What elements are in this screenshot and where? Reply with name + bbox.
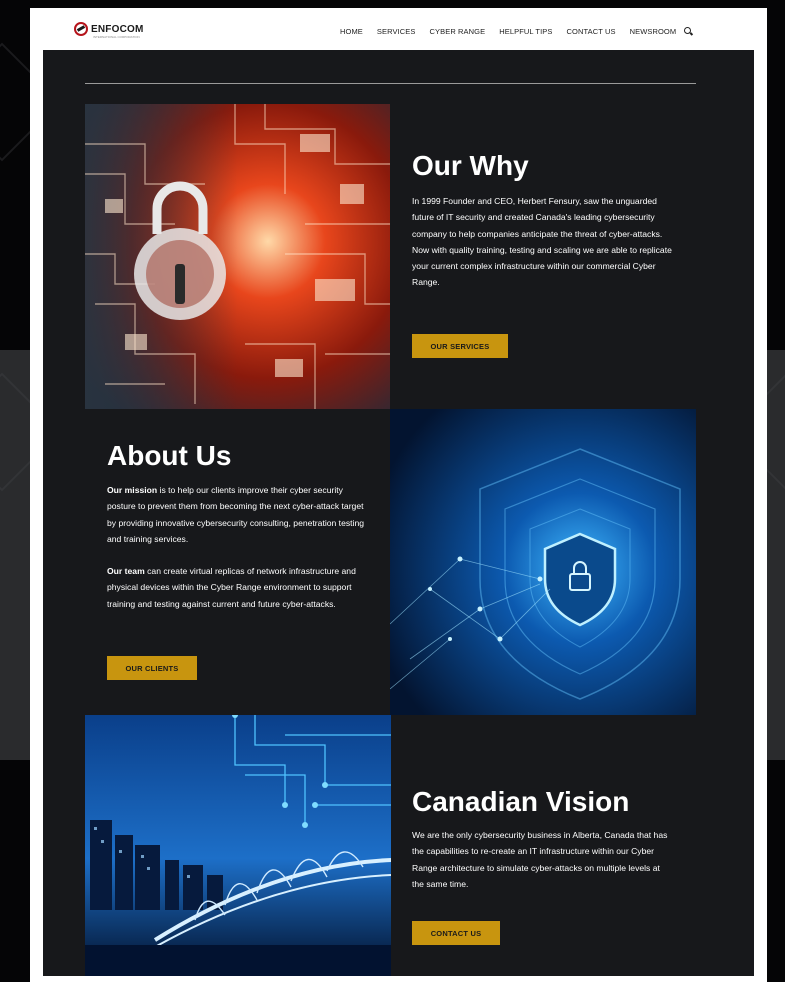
nav-item-contact-us[interactable]: CONTACT US [567, 27, 616, 36]
main-nav: HOME SERVICES CYBER RANGE HELPFUL TIPS C… [340, 27, 693, 36]
logo-mark-icon [74, 22, 88, 36]
nav-item-helpful-tips[interactable]: HELPFUL TIPS [499, 27, 552, 36]
nav-item-services[interactable]: SERVICES [377, 27, 416, 36]
about-team-text: Our team can create virtual replicas of … [107, 563, 369, 612]
logo[interactable]: ENFOCOM [74, 22, 144, 36]
logo-subtitle: INTERNATIONAL CORPORATION [93, 35, 140, 39]
mission-label: Our mission [107, 485, 158, 495]
digital-shield-image [390, 409, 696, 715]
team-body: can create virtual replicas of network i… [107, 566, 356, 609]
our-why-heading: Our Why [412, 150, 529, 181]
section-divider [85, 83, 696, 84]
about-us-heading: About Us [107, 440, 232, 471]
contact-us-button[interactable]: CONTACT US [412, 921, 500, 945]
city-bridge-image [85, 715, 391, 976]
nav-item-cyber-range[interactable]: CYBER RANGE [430, 27, 486, 36]
search-icon[interactable] [684, 27, 693, 36]
nav-item-home[interactable]: HOME [340, 27, 363, 36]
our-why-text: In 1999 Founder and CEO, Herbert Fensury… [412, 196, 672, 288]
our-services-button[interactable]: OUR SERVICES [412, 334, 508, 358]
canadian-vision-heading: Canadian Vision [412, 786, 630, 817]
team-label: Our team [107, 566, 145, 576]
logo-text: ENFOCOM [91, 23, 144, 35]
padlock-circuit-image [85, 104, 390, 409]
about-mission-text: Our mission is to help our clients impro… [107, 482, 369, 547]
our-clients-button[interactable]: OUR CLIENTS [107, 656, 197, 680]
site-header: ENFOCOM INTERNATIONAL CORPORATION HOME S… [30, 8, 767, 50]
nav-item-newsroom[interactable]: NEWSROOM [630, 27, 677, 36]
canadian-vision-text: We are the only cybersecurity business i… [412, 830, 668, 889]
